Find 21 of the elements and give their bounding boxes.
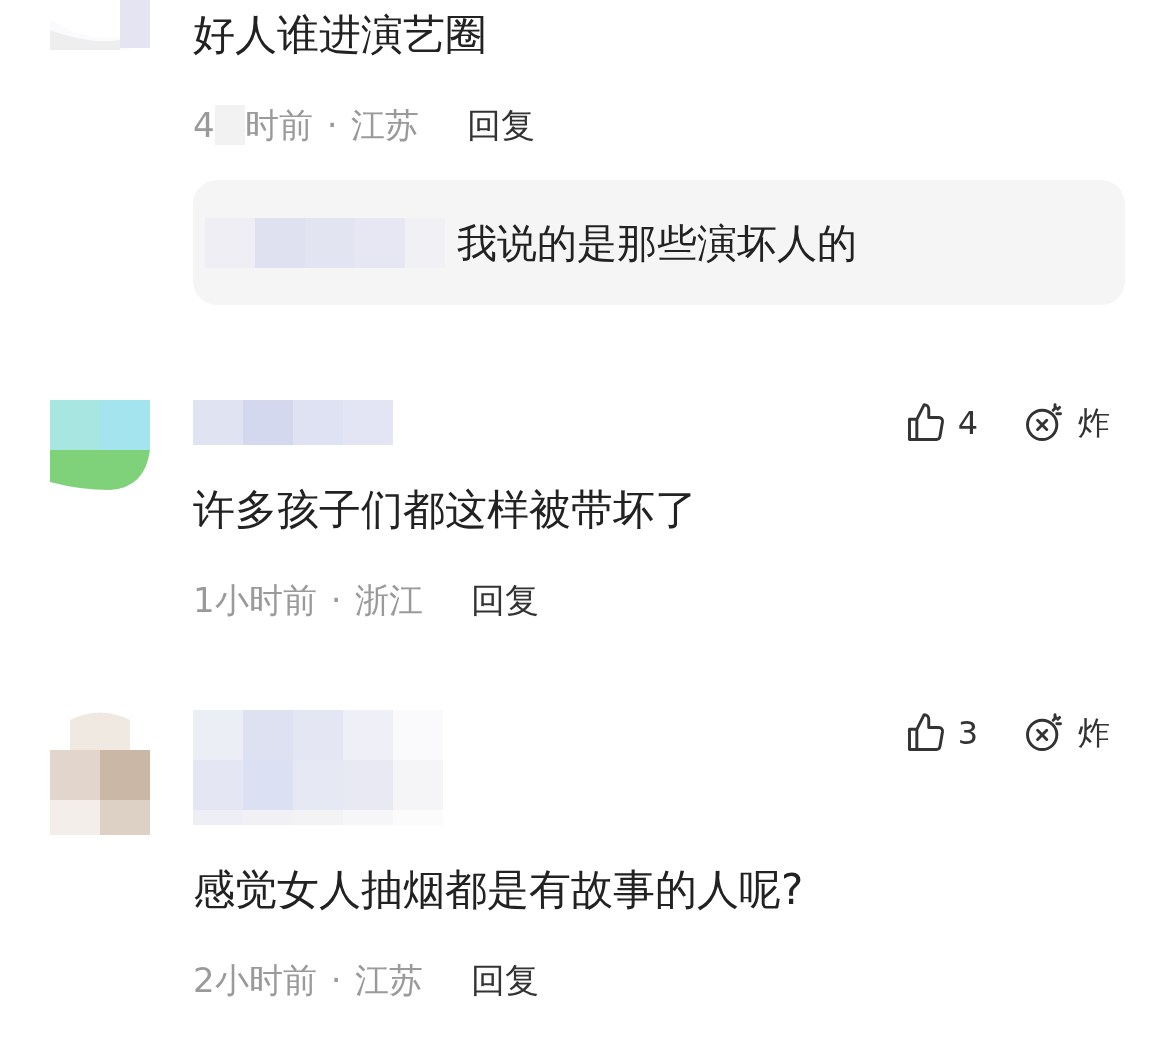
comment-time: 时前 xyxy=(244,105,313,145)
reply-button[interactable]: 回复 xyxy=(471,960,540,1000)
like-count: 4 xyxy=(957,402,978,444)
reply-text: 我说的是那些演坏人的 xyxy=(457,218,857,268)
comment-time: 4 xyxy=(193,105,215,145)
separator-dot: · xyxy=(330,960,342,1000)
comment-location: 江苏 xyxy=(351,105,420,145)
like-count: 3 xyxy=(957,712,978,754)
reply-button[interactable]: 回复 xyxy=(467,105,536,145)
explode-label[interactable]: 炸 xyxy=(1078,398,1110,447)
comment-time: 1小时前 xyxy=(193,580,317,620)
explode-label[interactable]: 炸 xyxy=(1078,708,1110,757)
reply-button[interactable]: 回复 xyxy=(471,580,540,620)
separator-dot: · xyxy=(330,580,342,620)
comment-time: 2小时前 xyxy=(193,960,317,1000)
comment-text: 许多孩子们都这样被带坏了 xyxy=(193,484,698,536)
comment-text: 好人谁进演艺圈 xyxy=(193,9,488,61)
comment-location: 江苏 xyxy=(355,960,424,1000)
comment-text: 感觉女人抽烟都是有故事的人呢? xyxy=(193,864,805,916)
comment-location: 浙江 xyxy=(355,580,424,620)
separator-dot: · xyxy=(326,105,338,145)
